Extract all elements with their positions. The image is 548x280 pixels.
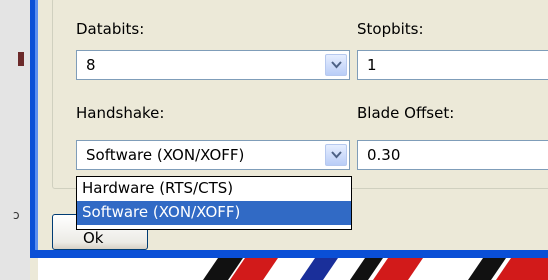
databits-combobox[interactable]: 8 xyxy=(76,50,350,80)
databits-label: Databits: xyxy=(76,20,145,38)
handshake-combobox[interactable]: Software (XON/XOFF) xyxy=(76,140,350,170)
background-app-mark xyxy=(18,52,24,66)
blade-offset-field[interactable]: 0.30 xyxy=(357,140,548,170)
stopbits-label: Stopbits: xyxy=(357,20,424,38)
stopbits-value: 1 xyxy=(367,56,377,74)
databits-value: 8 xyxy=(86,56,96,74)
background-graphic-strip xyxy=(38,258,548,280)
stopbits-field[interactable]: 1 xyxy=(357,50,548,80)
ok-button-label: Ok xyxy=(83,229,104,247)
handshake-dropdown-list: Hardware (RTS/CTS) Software (XON/XOFF) xyxy=(76,176,352,230)
handshake-label: Handshake: xyxy=(76,104,165,122)
window-frame-bottom xyxy=(30,250,548,258)
chevron-down-icon xyxy=(331,61,342,69)
handshake-dropdown-button[interactable] xyxy=(325,144,347,166)
striped-graphic xyxy=(203,258,548,280)
background-app-strip xyxy=(0,0,30,280)
chevron-down-icon xyxy=(331,151,342,159)
handshake-option-software[interactable]: Software (XON/XOFF) xyxy=(77,201,351,225)
background-app-glyph: ↄ xyxy=(13,208,20,222)
blade-offset-label: Blade Offset: xyxy=(357,104,455,122)
handshake-value: Software (XON/XOFF) xyxy=(86,146,245,164)
databits-dropdown-button[interactable] xyxy=(325,54,347,76)
blade-offset-value: 0.30 xyxy=(367,146,401,164)
handshake-option-hardware[interactable]: Hardware (RTS/CTS) xyxy=(77,177,351,201)
